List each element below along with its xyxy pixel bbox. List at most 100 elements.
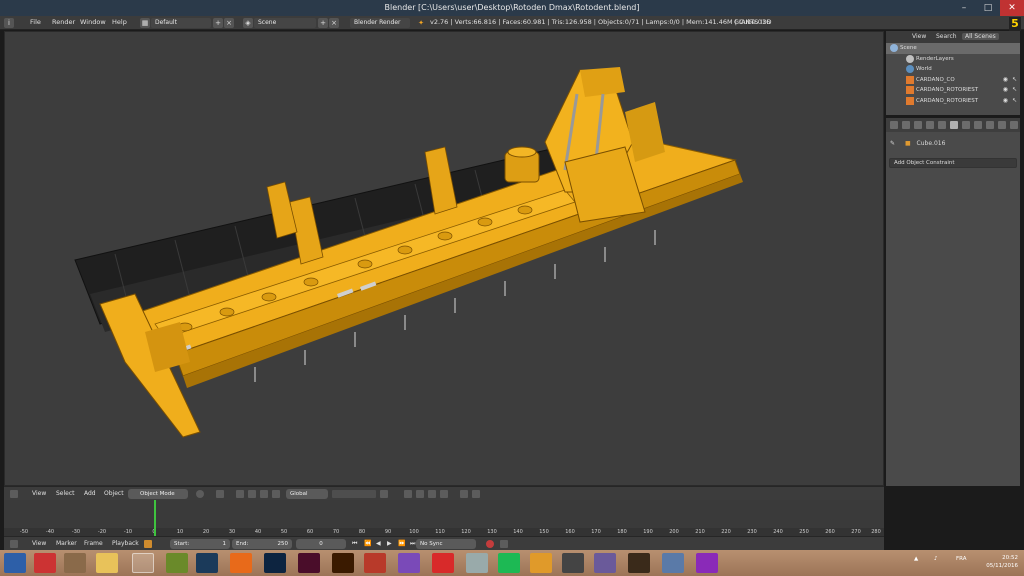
firefox-icon[interactable] xyxy=(230,553,252,573)
keying-set-icon[interactable] xyxy=(500,540,508,548)
material-tab-icon[interactable] xyxy=(986,121,994,129)
menu-add[interactable]: Add xyxy=(84,490,96,497)
menu-window[interactable]: Window xyxy=(80,18,106,26)
cursor-icon[interactable]: ↖ xyxy=(1012,75,1017,86)
snap-target-icon[interactable] xyxy=(428,490,436,498)
modifiers-tab-icon[interactable] xyxy=(962,121,970,129)
language-indicator[interactable]: FRA xyxy=(956,556,967,562)
outliner-row[interactable]: RenderLayers xyxy=(886,54,1020,65)
app-icon[interactable] xyxy=(364,553,386,573)
cursor-icon[interactable]: ↖ xyxy=(1012,85,1017,96)
play-icon[interactable]: ▶ xyxy=(387,540,392,547)
file-explorer-icon[interactable] xyxy=(96,553,118,573)
lock-layers-icon[interactable] xyxy=(380,490,388,498)
outliner-row[interactable]: World xyxy=(886,64,1020,75)
add-object-constraint-dropdown[interactable]: Add Object Constraint xyxy=(889,158,1017,168)
scene-remove-icon[interactable]: × xyxy=(329,18,339,28)
end-frame-field[interactable]: End: 250 xyxy=(232,539,292,549)
eye-icon[interactable]: ◉ xyxy=(1003,75,1008,86)
mode-selector[interactable]: Object Mode xyxy=(128,489,188,499)
current-frame-field[interactable]: 0 xyxy=(296,539,346,549)
renderlayers-tab-icon[interactable] xyxy=(902,121,910,129)
constraints-tab-icon[interactable] xyxy=(950,121,958,129)
auto-keying-icon[interactable] xyxy=(486,540,494,548)
rotate-icon[interactable] xyxy=(260,490,268,498)
menu-render[interactable]: Render xyxy=(52,18,75,26)
outliner-row[interactable]: CARDANO_ROTORIEST ◉ ↖ xyxy=(886,96,1020,107)
menu-select[interactable]: Select xyxy=(56,490,75,497)
outliner-tab-all-scenes[interactable]: All Scenes xyxy=(962,33,999,40)
eye-icon[interactable]: ◉ xyxy=(1003,85,1008,96)
manipulator-icon[interactable] xyxy=(236,490,244,498)
app-icon[interactable] xyxy=(562,553,584,573)
play-reverse-icon[interactable]: ◀ xyxy=(376,540,381,547)
tray-up-icon[interactable]: ▲ xyxy=(914,556,918,562)
app-icon[interactable] xyxy=(628,553,650,573)
layout-selector[interactable]: Default xyxy=(151,18,211,28)
menu-view[interactable]: View xyxy=(32,540,46,547)
timeline-area[interactable]: -50 -40 -30 -20 -10 0 10 20 30 40 50 60 … xyxy=(4,500,884,536)
orientation-selector[interactable]: Global xyxy=(286,489,328,499)
render-engine-selector[interactable]: Blender Render xyxy=(350,18,410,28)
outliner-tab-view[interactable]: View xyxy=(912,33,926,40)
editor-type-icon[interactable]: i xyxy=(4,18,14,28)
cursor-icon[interactable]: ↖ xyxy=(1012,96,1017,107)
menu-frame[interactable]: Frame xyxy=(84,540,103,547)
opengl-render-icon[interactable] xyxy=(460,490,468,498)
data-tab-icon[interactable] xyxy=(974,121,982,129)
photoshop-icon[interactable] xyxy=(264,553,286,573)
outliner-row[interactable]: CARDANO_ROTORIEST ◉ ↖ xyxy=(886,85,1020,96)
physics-tab-icon[interactable] xyxy=(1010,121,1018,129)
app-icon[interactable] xyxy=(662,553,684,573)
timeline-playhead[interactable] xyxy=(154,500,156,536)
steam-icon[interactable] xyxy=(196,553,218,573)
object-tab-icon[interactable] xyxy=(938,121,946,129)
scene-add-icon[interactable]: + xyxy=(318,18,328,28)
indesign-icon[interactable] xyxy=(298,553,320,573)
render-tab-icon[interactable] xyxy=(890,121,898,129)
preview-range-icon[interactable] xyxy=(144,540,152,548)
menu-playback[interactable]: Playback xyxy=(112,540,139,547)
start-frame-field[interactable]: Start: 1 xyxy=(170,539,230,549)
proportional-edit-icon[interactable] xyxy=(404,490,412,498)
snap-align-icon[interactable] xyxy=(440,490,448,498)
outliner-row[interactable]: CARDANO_CO ◉ ↖ xyxy=(886,75,1020,86)
taskbar-clock[interactable]: 20:52 05/11/2016 xyxy=(986,554,1018,570)
close-button[interactable]: ✕ xyxy=(1000,0,1024,16)
outliner-tab-search[interactable]: Search xyxy=(936,33,957,40)
editor-type-icon[interactable] xyxy=(10,490,18,498)
app-icon[interactable] xyxy=(34,553,56,573)
app-icon[interactable] xyxy=(696,553,718,573)
menu-file[interactable]: File xyxy=(30,18,41,26)
snap-icon[interactable] xyxy=(416,490,424,498)
layout-add-icon[interactable]: + xyxy=(213,18,223,28)
editor-type-icon[interactable] xyxy=(10,540,18,548)
layout-icon[interactable]: ▦ xyxy=(140,18,150,28)
minimize-button[interactable]: – xyxy=(952,0,976,16)
start-icon[interactable] xyxy=(4,553,26,573)
pivot-icon[interactable] xyxy=(216,490,224,498)
app-icon[interactable] xyxy=(530,553,552,573)
translate-icon[interactable] xyxy=(248,490,256,498)
sync-mode-selector[interactable]: No Sync xyxy=(416,539,476,549)
jump-start-icon[interactable]: ⏮ xyxy=(352,540,357,548)
scale-icon[interactable] xyxy=(272,490,280,498)
outliner-row[interactable]: Scene xyxy=(886,43,1020,54)
scene-icon[interactable]: ◈ xyxy=(243,18,253,28)
next-keyframe-icon[interactable]: ⏩ xyxy=(398,540,405,547)
spotify-icon[interactable] xyxy=(498,553,520,573)
viber-icon[interactable] xyxy=(398,553,420,573)
layers-icon[interactable] xyxy=(332,490,376,498)
app-icon[interactable] xyxy=(166,553,188,573)
pin-icon[interactable]: ✎ xyxy=(890,140,895,147)
menu-help[interactable]: Help xyxy=(112,18,127,26)
blender-icon[interactable] xyxy=(132,553,154,573)
menu-object[interactable]: Object xyxy=(104,490,124,497)
maximize-button[interactable]: □ xyxy=(976,0,1000,16)
opengl-anim-icon[interactable] xyxy=(472,490,480,498)
3d-viewport[interactable] xyxy=(4,31,884,486)
app-icon[interactable] xyxy=(466,553,488,573)
jump-end-icon[interactable]: ⏭ xyxy=(410,540,415,548)
world-tab-icon[interactable] xyxy=(926,121,934,129)
menu-marker[interactable]: Marker xyxy=(56,540,77,547)
